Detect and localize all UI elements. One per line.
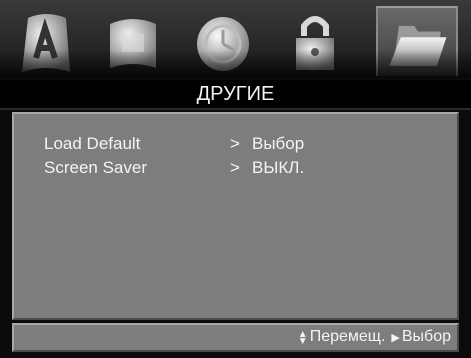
sound-icon[interactable] bbox=[96, 6, 170, 76]
menu-panel: Load Default > Выбор Screen Saver > ВЫКЛ… bbox=[12, 112, 459, 320]
lock-icon[interactable] bbox=[278, 6, 352, 76]
menu-item-value: Выбор bbox=[252, 134, 305, 153]
page-title: ДРУГИЕ bbox=[0, 80, 471, 110]
help-bar: ▲ ▼ Перемещ. ▶ Выбор bbox=[12, 323, 459, 352]
menu-item-label: Screen Saver bbox=[44, 158, 147, 177]
chevron-right-icon: > bbox=[230, 134, 240, 153]
menu-icon-strip bbox=[0, 0, 471, 78]
menu-item-value: ВЫКЛ. bbox=[252, 158, 305, 177]
chevron-right-icon: > bbox=[230, 158, 240, 177]
up-down-icon: ▲ ▼ bbox=[297, 328, 308, 347]
other-folder-icon[interactable] bbox=[376, 6, 458, 76]
picture-icon[interactable] bbox=[8, 6, 82, 76]
menu-item-label: Load Default bbox=[44, 134, 141, 153]
osd-menu: ДРУГИЕ Load Default > Выбор Screen Saver… bbox=[0, 0, 471, 358]
timer-icon[interactable] bbox=[186, 6, 260, 76]
select-hint-label: Выбор bbox=[401, 328, 451, 345]
play-icon: ▶ bbox=[391, 331, 400, 344]
move-hint-label: Перемещ. bbox=[309, 328, 386, 345]
help-items: ▲ ▼ Перемещ. ▶ Выбор bbox=[298, 328, 451, 346]
